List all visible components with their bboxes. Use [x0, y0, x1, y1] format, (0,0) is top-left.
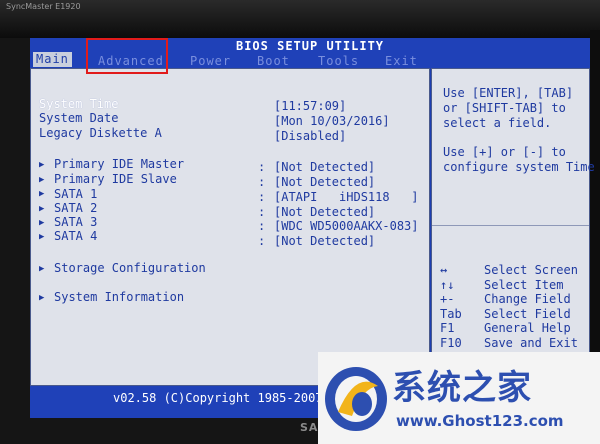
help-panel: Use [ENTER], [TAB] or [SHIFT-TAB] to sel… [431, 68, 595, 386]
system-time-label[interactable]: System Time [39, 97, 118, 111]
key-arrows-horizontal-icon: ↔ [440, 263, 448, 277]
sata3-label[interactable]: SATA 3 [54, 215, 97, 229]
settings-panel: System Time [11:57:09] System Date [Mon … [30, 68, 430, 386]
key-f1: F1 [440, 321, 455, 335]
system-date-label[interactable]: System Date [39, 111, 118, 125]
submenu-arrow-icon: ▶ [39, 189, 45, 199]
key-tab: Tab [440, 307, 462, 321]
legacy-diskette-value[interactable]: [Disabled] [274, 129, 346, 143]
key-desc-select-screen: Select Screen [484, 263, 578, 277]
sata3-status: [WDC WD5000AAKX-083] [274, 219, 419, 233]
sata2-label[interactable]: SATA 2 [54, 201, 97, 215]
monitor-brand-label: SyncMaster E1920 [6, 2, 81, 11]
help-line-1: Use [ENTER], [TAB] [443, 86, 574, 100]
help-line-5: configure system Time [443, 160, 595, 174]
submenu-arrow-icon: ▶ [39, 232, 45, 242]
tab-power[interactable]: Power [190, 54, 231, 68]
primary-ide-slave-sep: : [258, 175, 266, 189]
help-divider [432, 225, 589, 226]
key-desc-select-field: Select Field [484, 307, 571, 321]
copyright-text: v02.58 (C)Copyright 1985-2007 [113, 391, 323, 405]
key-desc-save-and-exit: Save and Exit [484, 336, 578, 350]
storage-configuration-item[interactable]: Storage Configuration [54, 261, 206, 275]
primary-ide-master-label[interactable]: Primary IDE Master [54, 157, 184, 171]
watermark-title: 系统之家 [392, 368, 532, 408]
legacy-diskette-label[interactable]: Legacy Diskette A [39, 126, 162, 140]
system-information-item[interactable]: System Information [54, 290, 184, 304]
help-line-3: select a field. [443, 116, 552, 130]
sata3-sep: : [258, 219, 266, 233]
sata4-status: [Not Detected] [274, 234, 376, 248]
tab-boot[interactable]: Boot [257, 54, 290, 68]
tab-exit[interactable]: Exit [385, 54, 418, 68]
submenu-arrow-icon: ▶ [39, 204, 45, 214]
key-desc-general-help: General Help [484, 321, 571, 335]
sata4-label[interactable]: SATA 4 [54, 229, 97, 243]
tab-main[interactable]: Main [33, 52, 72, 67]
submenu-arrow-icon: ▶ [39, 218, 45, 228]
key-desc-change-field: Change Field [484, 292, 571, 306]
system-time-value[interactable]: [11:57:09] [274, 99, 346, 113]
sata2-sep: : [258, 205, 266, 219]
help-line-4: Use [+] or [-] to [443, 145, 566, 159]
monitor-bezel-top: SyncMaster E1920 [0, 0, 600, 38]
submenu-arrow-icon: ▶ [39, 264, 45, 274]
submenu-arrow-icon: ▶ [39, 293, 45, 303]
key-plus-minus: +- [440, 292, 455, 306]
watermark-swirl-icon [325, 367, 387, 431]
key-arrows-vertical-icon: ↑↓ [440, 278, 455, 292]
submenu-arrow-icon: ▶ [39, 175, 45, 185]
watermark-logo: 系统之家 www.Ghost123.com [318, 352, 600, 444]
help-line-2: or [SHIFT-TAB] to [443, 101, 566, 115]
tab-tools[interactable]: Tools [318, 54, 359, 68]
primary-ide-slave-status: [Not Detected] [274, 175, 376, 189]
sata4-sep: : [258, 234, 266, 248]
system-date-value[interactable]: [Mon 10/03/2016] [274, 114, 390, 128]
sata1-sep: : [258, 190, 266, 204]
primary-ide-master-status: [Not Detected] [274, 160, 376, 174]
sata1-status: [ATAPI iHDS118 ] [274, 190, 419, 204]
sata2-status: [Not Detected] [274, 205, 376, 219]
sata1-label[interactable]: SATA 1 [54, 187, 97, 201]
watermark-url: www.Ghost123.com [396, 412, 564, 430]
key-desc-select-item: Select Item [484, 278, 564, 292]
advanced-tab-highlight-box [86, 38, 168, 74]
primary-ide-slave-label[interactable]: Primary IDE Slave [54, 172, 177, 186]
primary-ide-master-value: : [258, 160, 266, 174]
key-f10: F10 [440, 336, 462, 350]
submenu-arrow-icon: ▶ [39, 160, 45, 170]
